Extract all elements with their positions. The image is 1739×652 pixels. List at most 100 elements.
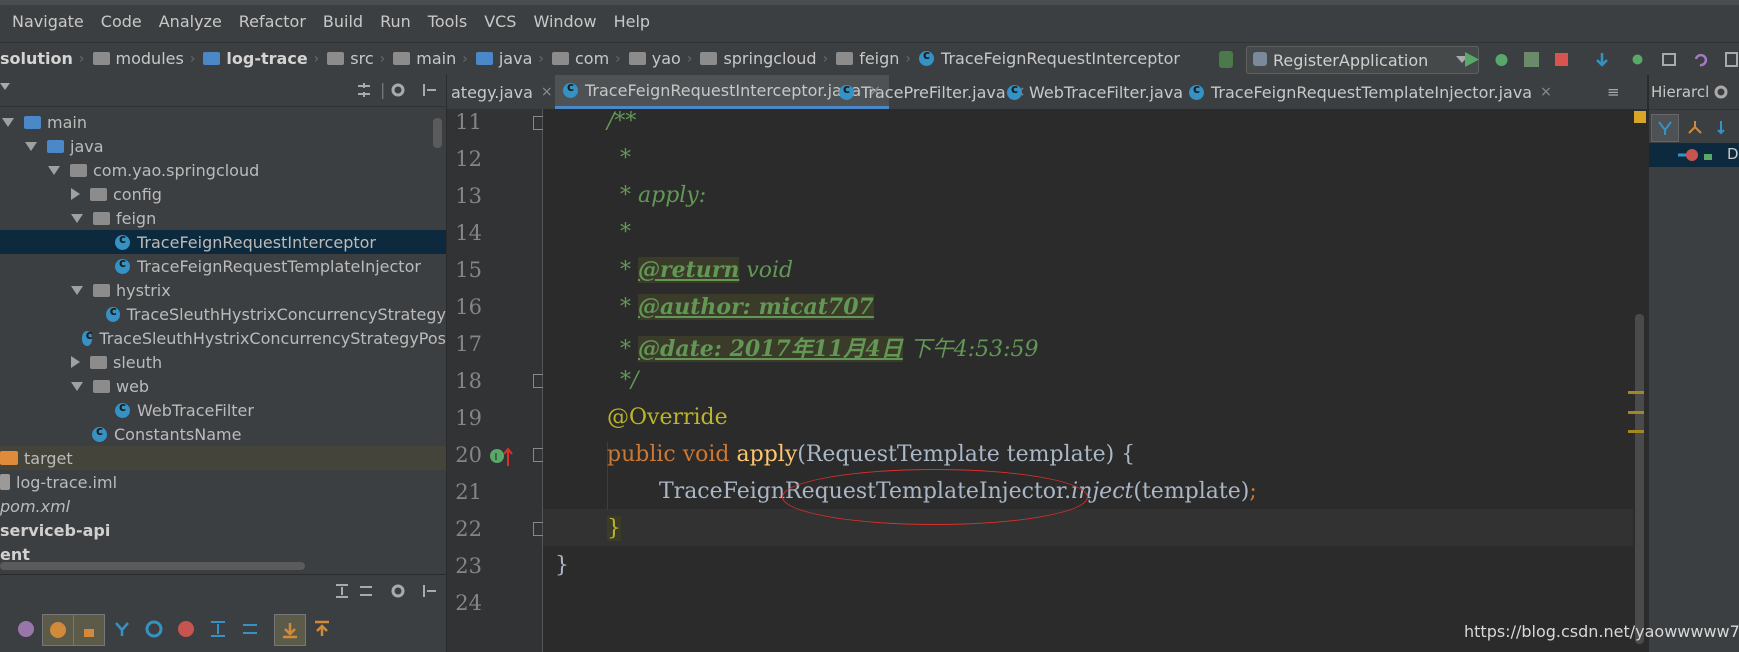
menu-item-analyze[interactable]: Analyze xyxy=(159,12,222,31)
breadcrumb-yao[interactable]: yao xyxy=(628,49,681,68)
menu-item-help[interactable]: Help xyxy=(614,12,650,31)
editor-scrollbar-track[interactable] xyxy=(1628,109,1648,652)
code-editor[interactable] xyxy=(543,109,1633,652)
menu-item-code[interactable]: Code xyxy=(101,12,142,31)
close-icon[interactable]: × xyxy=(1540,84,1552,100)
gear-icon[interactable] xyxy=(390,82,406,98)
anonymous-classes-icon[interactable] xyxy=(145,620,163,638)
show-non-public-toggle[interactable] xyxy=(73,614,105,646)
menu-item-window[interactable]: Window xyxy=(533,12,596,31)
show-fields-toggle[interactable] xyxy=(42,614,74,646)
editor-tab[interactable]: WebTraceFilter.java× xyxy=(999,75,1211,109)
caller-hierarchy-toggle[interactable] xyxy=(1651,114,1679,142)
expand-all-icon[interactable] xyxy=(334,583,350,599)
run-configuration-select[interactable]: RegisterApplication xyxy=(1246,46,1479,74)
sort-alphabetically-icon[interactable] xyxy=(1717,119,1737,135)
error-stripe-mark[interactable] xyxy=(1628,391,1644,394)
inherited-icon[interactable] xyxy=(113,620,131,638)
structure-toolbar xyxy=(0,574,446,607)
code-line-15: * @return void xyxy=(620,257,794,283)
collapse-arrow-icon[interactable] xyxy=(71,188,80,200)
tree-item[interactable]: serviceb-api xyxy=(0,518,446,542)
error-stripe-mark[interactable] xyxy=(1628,430,1644,433)
expand-arrow-icon[interactable] xyxy=(25,141,37,151)
error-stripe-mark[interactable] xyxy=(1628,411,1644,414)
tree-item[interactable]: TraceFeignRequestTemplateInjector xyxy=(0,254,446,278)
tree-item[interactable]: TraceFeignRequestInterceptor xyxy=(0,230,446,254)
expand-arrow-icon[interactable] xyxy=(2,117,14,127)
debug-icon[interactable] xyxy=(1493,51,1510,68)
hide-icon[interactable] xyxy=(422,583,438,599)
chevron-down-icon[interactable] xyxy=(0,83,10,90)
editor-scroll-thumb[interactable] xyxy=(1635,314,1644,644)
breadcrumb-solution[interactable]: solution xyxy=(0,49,73,68)
build-icon[interactable] xyxy=(1219,51,1233,68)
collapse-icon[interactable] xyxy=(241,620,259,638)
callee-hierarchy-icon[interactable] xyxy=(1687,119,1703,135)
tree-item[interactable]: hystrix xyxy=(0,278,446,302)
tree-item[interactable]: pom.xml xyxy=(0,494,446,518)
tree-item[interactable]: java xyxy=(0,134,446,158)
autoscroll-from-source-icon[interactable] xyxy=(313,620,331,638)
breadcrumb-log-trace[interactable]: log-trace xyxy=(203,49,308,68)
implements-method-icon[interactable]: I xyxy=(488,446,514,468)
expand-icon[interactable] xyxy=(209,620,227,638)
hierarchy-row[interactable]: Di xyxy=(1649,143,1739,167)
code-line-19: @Override xyxy=(607,405,728,430)
tree-item[interactable]: WebTraceFilter xyxy=(0,398,446,422)
menu-item-refactor[interactable]: Refactor xyxy=(239,12,306,31)
tabs-overflow-icon[interactable]: ≡ xyxy=(1607,83,1620,101)
stop-icon[interactable] xyxy=(1553,51,1570,68)
autoscroll-to-source-toggle[interactable] xyxy=(274,614,306,646)
gear-icon[interactable] xyxy=(390,583,406,599)
breadcrumb-java[interactable]: java xyxy=(475,49,532,68)
collapse-all-icon[interactable] xyxy=(356,82,372,98)
tree-item[interactable]: feign xyxy=(0,206,446,230)
tree-item[interactable]: TraceSleuthHystrixConcurrencyStrategy xyxy=(0,302,446,326)
run-icon[interactable] xyxy=(1463,51,1480,68)
tree-item[interactable]: log-trace.iml xyxy=(0,470,446,494)
expand-arrow-icon[interactable] xyxy=(71,213,83,223)
collapse-all-icon[interactable] xyxy=(358,583,374,599)
hide-icon[interactable] xyxy=(422,82,438,98)
breadcrumb-src[interactable]: src xyxy=(327,49,374,68)
breadcrumb-springcloud[interactable]: springcloud xyxy=(700,49,817,68)
breadcrumb-main[interactable]: main xyxy=(393,49,456,68)
menu-item-vcs[interactable]: VCS xyxy=(484,12,516,31)
tree-item[interactable]: ConstantsName xyxy=(0,422,446,446)
warning-stripe-icon[interactable] xyxy=(1634,111,1646,123)
editor-tab[interactable]: ategy.java × xyxy=(447,75,561,109)
menu-item-build[interactable]: Build xyxy=(323,12,363,31)
expand-arrow-icon[interactable] xyxy=(71,285,83,295)
tree-item[interactable]: target xyxy=(0,446,446,470)
expand-arrow-icon[interactable] xyxy=(48,165,60,175)
tree-item[interactable]: config xyxy=(0,182,446,206)
breadcrumb-modules[interactable]: modules xyxy=(92,49,184,68)
menu-item-navigate[interactable]: Navigate xyxy=(12,12,84,31)
tree-item-label: TraceSleuthHystrixConcurrencyStrategy xyxy=(126,304,446,324)
compare-icon[interactable] xyxy=(1661,51,1678,68)
tree-item[interactable]: sleuth xyxy=(0,350,446,374)
vcs-update-icon[interactable] xyxy=(1594,51,1611,68)
tree-item[interactable]: main xyxy=(0,110,446,134)
breadcrumb-feign[interactable]: feign xyxy=(836,49,899,68)
menu-item-run[interactable]: Run xyxy=(380,12,411,31)
tree-item[interactable]: web xyxy=(0,374,446,398)
editor-tab[interactable]: TraceFeignRequestTemplateInjector.java × xyxy=(1181,75,1560,109)
tree-item[interactable]: com.yao.springcloud xyxy=(0,158,446,182)
structure-icon[interactable] xyxy=(1724,51,1739,68)
coverage-icon[interactable] xyxy=(1523,51,1540,68)
menu-item-tools[interactable]: Tools xyxy=(428,12,467,31)
expand-arrow-icon[interactable] xyxy=(71,381,83,391)
tree-item[interactable]: TraceSleuthHystrixConcurrencyStrategyPos xyxy=(0,326,446,350)
collapse-arrow-icon[interactable] xyxy=(71,356,80,368)
breadcrumb-com[interactable]: com xyxy=(551,49,609,68)
close-icon[interactable]: × xyxy=(541,84,553,100)
revert-icon[interactable] xyxy=(1692,51,1709,68)
show-properties-icon[interactable] xyxy=(17,620,35,638)
breadcrumb-tracefeignrequestinterceptor[interactable]: TraceFeignRequestInterceptor xyxy=(919,48,1180,68)
vcs-commit-icon[interactable] xyxy=(1629,51,1646,68)
lambda-icon[interactable] xyxy=(177,620,195,638)
tree-horizontal-scrollbar[interactable] xyxy=(0,562,305,570)
gear-icon[interactable] xyxy=(1713,84,1729,100)
